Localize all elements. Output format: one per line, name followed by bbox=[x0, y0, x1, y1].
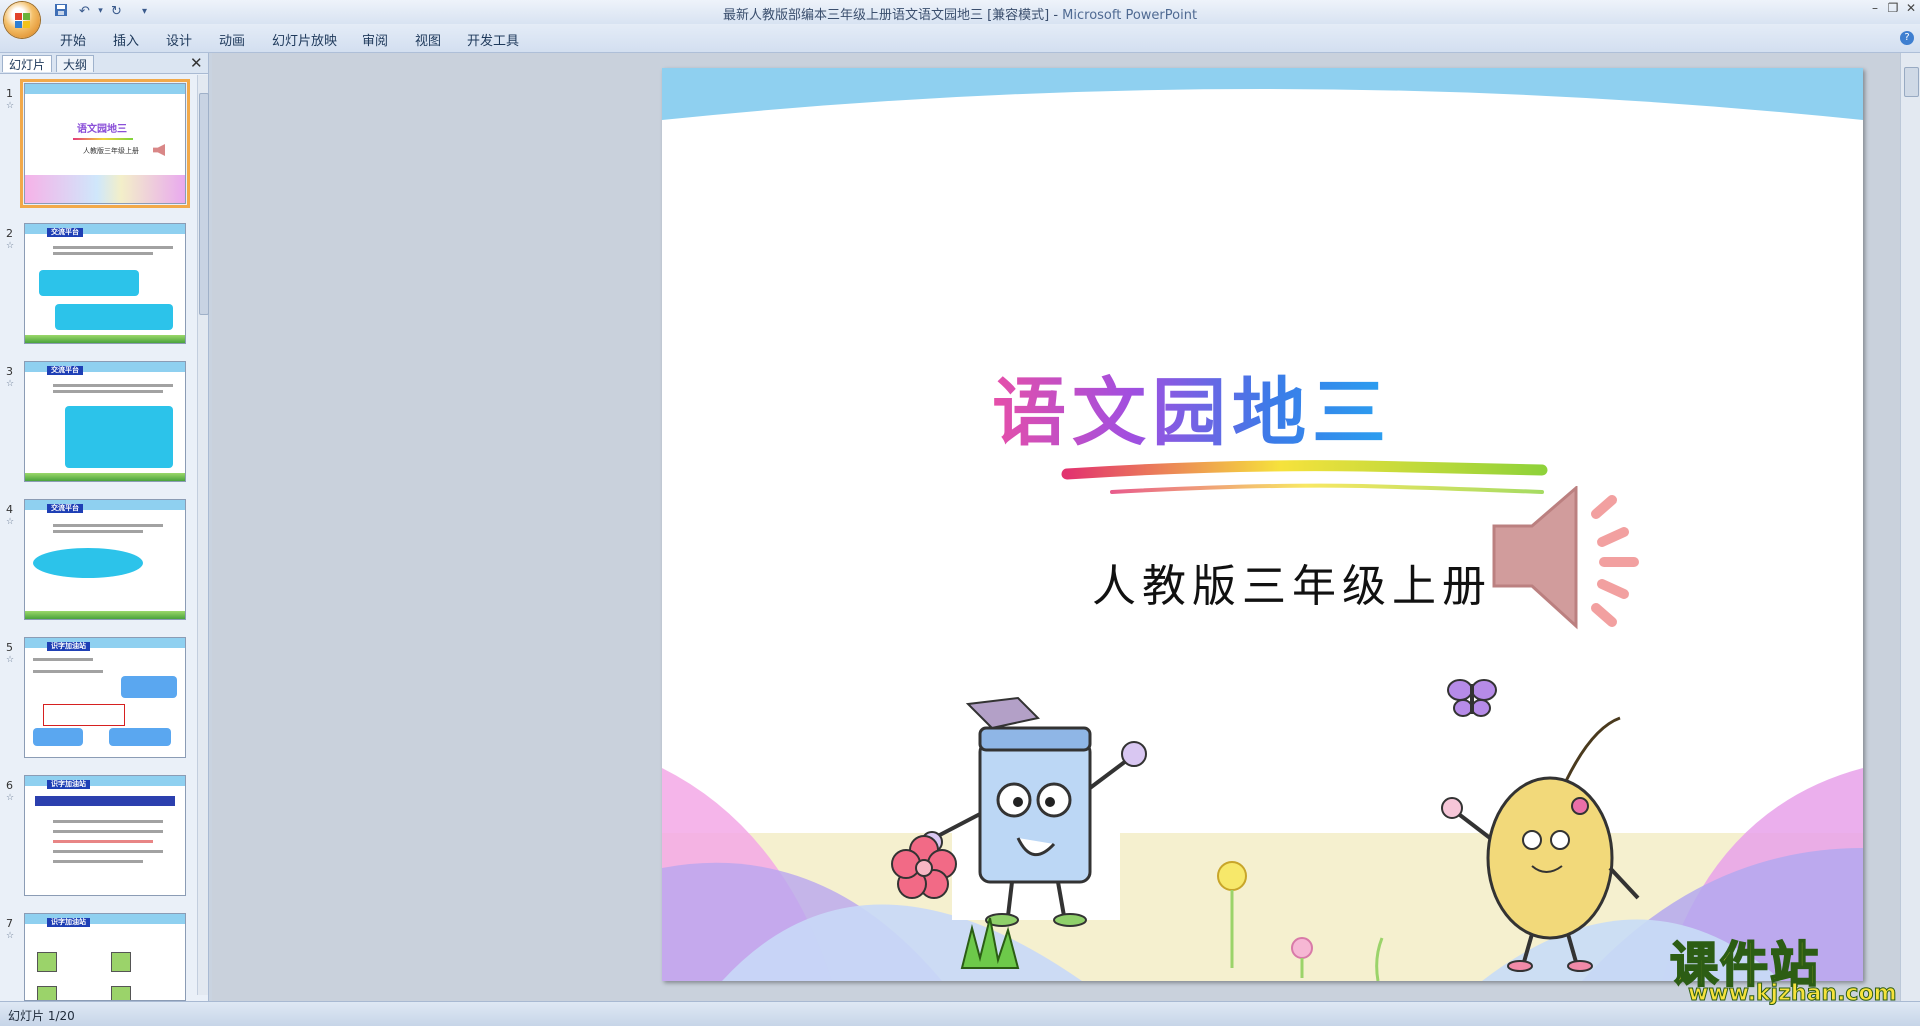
thumbnails-scrollbar[interactable] bbox=[197, 75, 209, 995]
slide-thumbnail-7[interactable]: 识字加油站 bbox=[24, 913, 186, 1001]
thumbnail-char-box bbox=[111, 986, 131, 1000]
thumbnail-text-line bbox=[53, 850, 163, 853]
thumbnail-bubble bbox=[55, 304, 173, 330]
thumbnail-header: 识字加油站 bbox=[47, 642, 90, 651]
watermark-url: www.kjzhan.com bbox=[1688, 981, 1898, 1007]
ribbon-tabs: 开始 插入 设计 动画 幻灯片放映 审阅 视图 开发工具 ? bbox=[0, 24, 1920, 53]
thumbnail-text-line bbox=[53, 524, 163, 527]
thumbnail-bubble bbox=[39, 270, 139, 296]
thumbnail-grass bbox=[25, 611, 185, 619]
slide-title[interactable]: 语文园地三 bbox=[992, 353, 1392, 460]
thumbnail-subtitle: 人教版三年级上册 bbox=[83, 147, 139, 155]
thumbnail-banner bbox=[35, 796, 175, 806]
thumbnail-grass bbox=[25, 473, 185, 481]
office-button-icon[interactable] bbox=[4, 2, 40, 38]
thumbnail-number: 5 bbox=[6, 641, 13, 654]
app-name: Microsoft PowerPoint bbox=[1062, 8, 1198, 23]
thumbnail-header: 交流平台 bbox=[47, 228, 83, 237]
tab-slideshow[interactable]: 幻灯片放映 bbox=[272, 30, 337, 49]
thumbnail-title: 语文园地三 bbox=[77, 124, 127, 135]
thumbnail-text-line bbox=[53, 820, 163, 823]
slide-thumbnail-6[interactable]: 识字加油站 bbox=[24, 775, 186, 896]
thumbnail-text-line bbox=[53, 384, 173, 387]
thumbnail-number: 6 bbox=[6, 779, 13, 792]
close-icon[interactable]: ✕ bbox=[190, 54, 203, 72]
thumbnail-box bbox=[43, 704, 125, 726]
title-bar: ↶ ▾ ↻ ▾ 最新人教版部编本三年级上册语文语文园地三 [兼容模式] - Mi… bbox=[0, 0, 1920, 38]
close-icon[interactable]: ✕ bbox=[1902, 1, 1920, 15]
slide-scrollbar[interactable]: ▼ bbox=[1900, 53, 1920, 1024]
animation-star-icon: ☆ bbox=[6, 793, 15, 803]
thumbnail-header: 交流平台 bbox=[47, 504, 83, 513]
thumbnail-text-line bbox=[53, 830, 163, 833]
tab-view[interactable]: 视图 bbox=[415, 30, 441, 49]
thumbnail-text-line bbox=[53, 252, 153, 255]
thumbnail-number: 4 bbox=[6, 503, 13, 516]
document-title: 最新人教版部编本三年级上册语文语文园地三 [兼容模式] - bbox=[722, 8, 1063, 23]
thumbnail-text-line bbox=[33, 670, 103, 673]
thumbnail-sky bbox=[25, 84, 185, 94]
tab-review[interactable]: 审阅 bbox=[362, 30, 388, 49]
thumbnail-text-line bbox=[53, 246, 173, 249]
thumbnail-char-box bbox=[37, 986, 57, 1000]
thumbnail-bubble bbox=[33, 728, 83, 746]
thumbnail-bubble bbox=[109, 728, 171, 746]
thumbnail-text-line bbox=[53, 390, 163, 393]
thumbnail-header: 识字加油站 bbox=[47, 780, 90, 789]
animation-star-icon: ☆ bbox=[6, 241, 15, 251]
window-title: 最新人教版部编本三年级上册语文语文园地三 [兼容模式] - Microsoft … bbox=[0, 4, 1920, 23]
tab-developer[interactable]: 开发工具 bbox=[467, 30, 519, 49]
thumbnail-bubble bbox=[33, 548, 143, 578]
thumbnail-number: 7 bbox=[6, 917, 13, 930]
thumbnail-number: 2 bbox=[6, 227, 13, 240]
thumbnail-char-box bbox=[37, 952, 57, 972]
thumbnail-header: 识字加油站 bbox=[47, 918, 90, 927]
tab-insert[interactable]: 插入 bbox=[113, 30, 139, 49]
tab-animation[interactable]: 动画 bbox=[219, 30, 245, 49]
thumbnail-text-line bbox=[33, 658, 93, 661]
watermark: 课件站 www.kjzhan.com bbox=[1669, 925, 1910, 1007]
thumbnail-number: 1 bbox=[6, 87, 13, 100]
thumbnail-text-line bbox=[53, 840, 153, 843]
thumbnail-grass bbox=[25, 335, 185, 343]
speaker-icon[interactable] bbox=[1484, 486, 1664, 636]
slide-thumbnail-4[interactable]: 交流平台 bbox=[24, 499, 186, 620]
animation-star-icon: ☆ bbox=[6, 517, 15, 527]
animation-star-icon: ☆ bbox=[6, 379, 15, 389]
thumbnail-bubble bbox=[121, 676, 177, 698]
tab-slides[interactable]: 幻灯片 bbox=[2, 55, 53, 72]
animation-star-icon: ☆ bbox=[6, 931, 15, 941]
restore-icon[interactable]: ❐ bbox=[1884, 1, 1902, 15]
slide-counter: 幻灯片 1/20 bbox=[8, 1009, 75, 1023]
speaker-icon bbox=[153, 144, 165, 156]
slide-subtitle[interactable]: 人教版三年级上册 bbox=[1092, 550, 1492, 614]
help-icon[interactable]: ? bbox=[1900, 31, 1914, 45]
slide-thumbnail-2[interactable]: 交流平台 bbox=[24, 223, 186, 344]
minimize-icon[interactable]: – bbox=[1866, 1, 1884, 15]
thumbnail-bubble bbox=[65, 406, 173, 468]
thumbnail-char-box bbox=[111, 952, 131, 972]
slides-pane: 幻灯片 大纲 ✕ 1 ☆ 语文园地三 人教版三年级上册 2 ☆ 交流平台 3 ☆… bbox=[0, 53, 209, 1001]
current-slide[interactable]: 语文园地三 人教版三年级上册 bbox=[662, 68, 1863, 981]
tab-design[interactable]: 设计 bbox=[166, 30, 192, 49]
thumbnail-brush-stroke bbox=[73, 138, 133, 140]
slide-background-art bbox=[662, 68, 1863, 981]
slide-thumbnail-1[interactable]: 语文园地三 人教版三年级上册 bbox=[20, 79, 190, 208]
thumbnail-number: 3 bbox=[6, 365, 13, 378]
slide-thumbnail-5[interactable]: 识字加油站 bbox=[24, 637, 186, 758]
thumbnail-text-line bbox=[53, 530, 143, 533]
tab-outline[interactable]: 大纲 bbox=[56, 55, 95, 72]
scrollbar-thumb[interactable] bbox=[199, 93, 209, 315]
thumbnail-header: 交流平台 bbox=[47, 366, 83, 375]
animation-star-icon: ☆ bbox=[6, 655, 15, 665]
pane-tabs: 幻灯片 大纲 ✕ bbox=[0, 53, 208, 74]
status-bar: 幻灯片 1/20 bbox=[0, 1001, 1920, 1026]
scrollbar-thumb[interactable] bbox=[1904, 67, 1919, 97]
thumbnail-text-line bbox=[53, 860, 143, 863]
slide-editing-area: 语文园地三 人教版三年级上册 bbox=[212, 53, 1900, 1001]
animation-star-icon: ☆ bbox=[6, 101, 15, 111]
thumbnail-ground bbox=[25, 175, 185, 203]
slide-thumbnail-3[interactable]: 交流平台 bbox=[24, 361, 186, 482]
tab-home[interactable]: 开始 bbox=[60, 30, 86, 49]
